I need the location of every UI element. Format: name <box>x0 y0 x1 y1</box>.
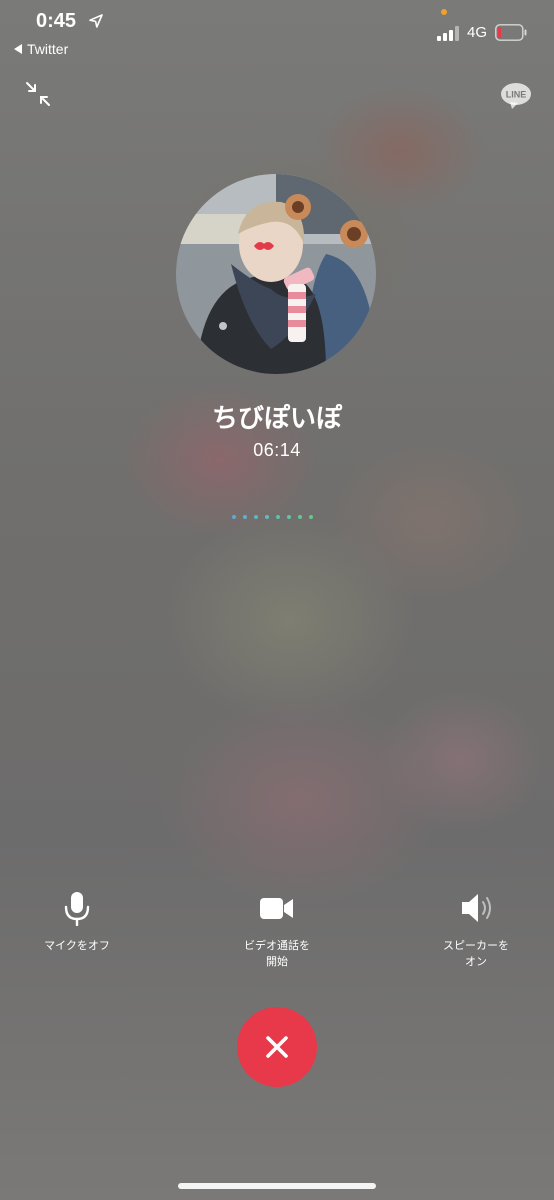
line-logo-text: LINE <box>506 90 527 100</box>
microphone-icon <box>64 892 90 926</box>
start-video-button[interactable]: ビデオ通話を 開始 <box>202 890 352 970</box>
back-to-app-link[interactable]: Twitter <box>14 41 68 57</box>
speaker-button[interactable]: スピーカーを オン <box>401 890 551 970</box>
network-type: 4G <box>467 24 488 41</box>
back-app-label: Twitter <box>27 41 69 57</box>
minimize-icon[interactable] <box>24 80 52 108</box>
start-video-label: ビデオ通話を 開始 <box>244 939 310 968</box>
signal-icon <box>437 26 459 41</box>
battery-low-icon <box>495 24 527 41</box>
activity-dot <box>265 515 269 519</box>
mute-mic-label: マイクをオフ <box>44 939 110 952</box>
end-call-button[interactable] <box>237 1007 317 1087</box>
call-duration: 06:14 <box>253 440 301 460</box>
contact-name: ちびぽいぽ <box>211 404 342 434</box>
video-camera-icon <box>260 898 293 919</box>
home-indicator[interactable] <box>178 1183 376 1189</box>
activity-dot <box>287 515 291 519</box>
activity-dot <box>298 515 302 519</box>
activity-dot <box>243 515 247 519</box>
close-icon <box>266 1036 288 1058</box>
back-triangle-icon <box>14 44 22 54</box>
activity-dot <box>254 515 258 519</box>
speaker-label: スピーカーを オン <box>443 939 509 968</box>
speaker-icon <box>462 894 491 922</box>
activity-dot <box>232 515 236 519</box>
activity-dot <box>309 515 313 519</box>
privacy-indicator-dot <box>441 9 447 15</box>
status-time: 0:45 <box>36 10 77 32</box>
location-arrow-icon <box>89 14 103 28</box>
contact-avatar <box>176 174 376 374</box>
call-activity-indicator <box>232 515 313 519</box>
activity-dot <box>276 515 280 519</box>
line-logo: LINE <box>500 82 532 110</box>
mute-mic-button[interactable]: マイクをオフ <box>2 890 152 954</box>
